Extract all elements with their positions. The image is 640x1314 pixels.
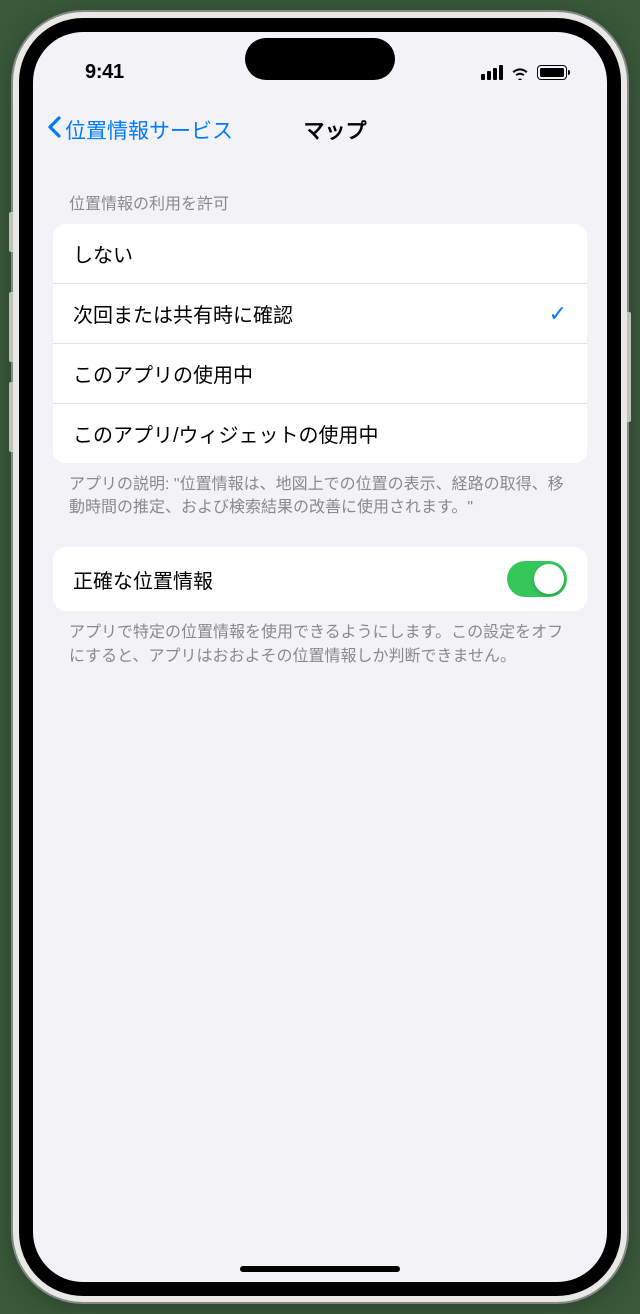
precise-location-group: 正確な位置情報	[53, 547, 587, 611]
dynamic-island	[245, 38, 395, 80]
status-time: 9:41	[85, 61, 124, 84]
option-never[interactable]: しない	[53, 224, 587, 284]
back-label: 位置情報サービス	[65, 115, 233, 145]
phone-bezel: 9:41	[19, 18, 621, 1296]
option-label: このアプリの使用中	[73, 359, 253, 388]
option-while-using-app-widgets[interactable]: このアプリ/ウィジェットの使用中	[53, 404, 587, 463]
chevron-left-icon	[47, 116, 62, 144]
permission-footer: アプリの説明: "位置情報は、地図上での位置の表示、経路の取得、移動時間の推定、…	[53, 463, 587, 519]
precise-location-label: 正確な位置情報	[73, 565, 213, 594]
permission-section-header: 位置情報の利用を許可	[53, 160, 587, 224]
mute-switch	[9, 212, 13, 252]
volume-up-button	[9, 292, 13, 362]
content-area: 位置情報の利用を許可 しない 次回または共有時に確認 ✓ このアプリの使用中 こ…	[33, 160, 607, 668]
cellular-signal-icon	[481, 65, 503, 80]
battery-icon	[537, 65, 567, 80]
checkmark-icon: ✓	[549, 301, 567, 327]
screen: 9:41	[33, 32, 607, 1282]
option-label: しない	[73, 239, 133, 268]
option-ask-next-time[interactable]: 次回または共有時に確認 ✓	[53, 284, 587, 344]
option-label: このアプリ/ウィジェットの使用中	[73, 419, 379, 448]
navigation-bar: 位置情報サービス マップ	[33, 100, 607, 160]
option-label: 次回または共有時に確認	[73, 299, 293, 328]
option-while-using-app[interactable]: このアプリの使用中	[53, 344, 587, 404]
page-title: マップ	[304, 115, 367, 145]
volume-down-button	[9, 382, 13, 452]
back-button[interactable]: 位置情報サービス	[47, 115, 233, 145]
status-icons	[481, 65, 567, 80]
precise-location-row[interactable]: 正確な位置情報	[53, 547, 587, 611]
precise-location-toggle[interactable]	[507, 561, 567, 597]
phone-frame: 9:41	[13, 12, 627, 1302]
power-button	[627, 312, 631, 422]
precise-location-footer: アプリで特定の位置情報を使用できるようにします。この設定をオフにすると、アプリは…	[53, 611, 587, 667]
toggle-knob	[534, 564, 564, 594]
permission-options-group: しない 次回または共有時に確認 ✓ このアプリの使用中 このアプリ/ウィジェット…	[53, 224, 587, 463]
wifi-icon	[510, 65, 530, 80]
home-indicator[interactable]	[240, 1266, 400, 1272]
